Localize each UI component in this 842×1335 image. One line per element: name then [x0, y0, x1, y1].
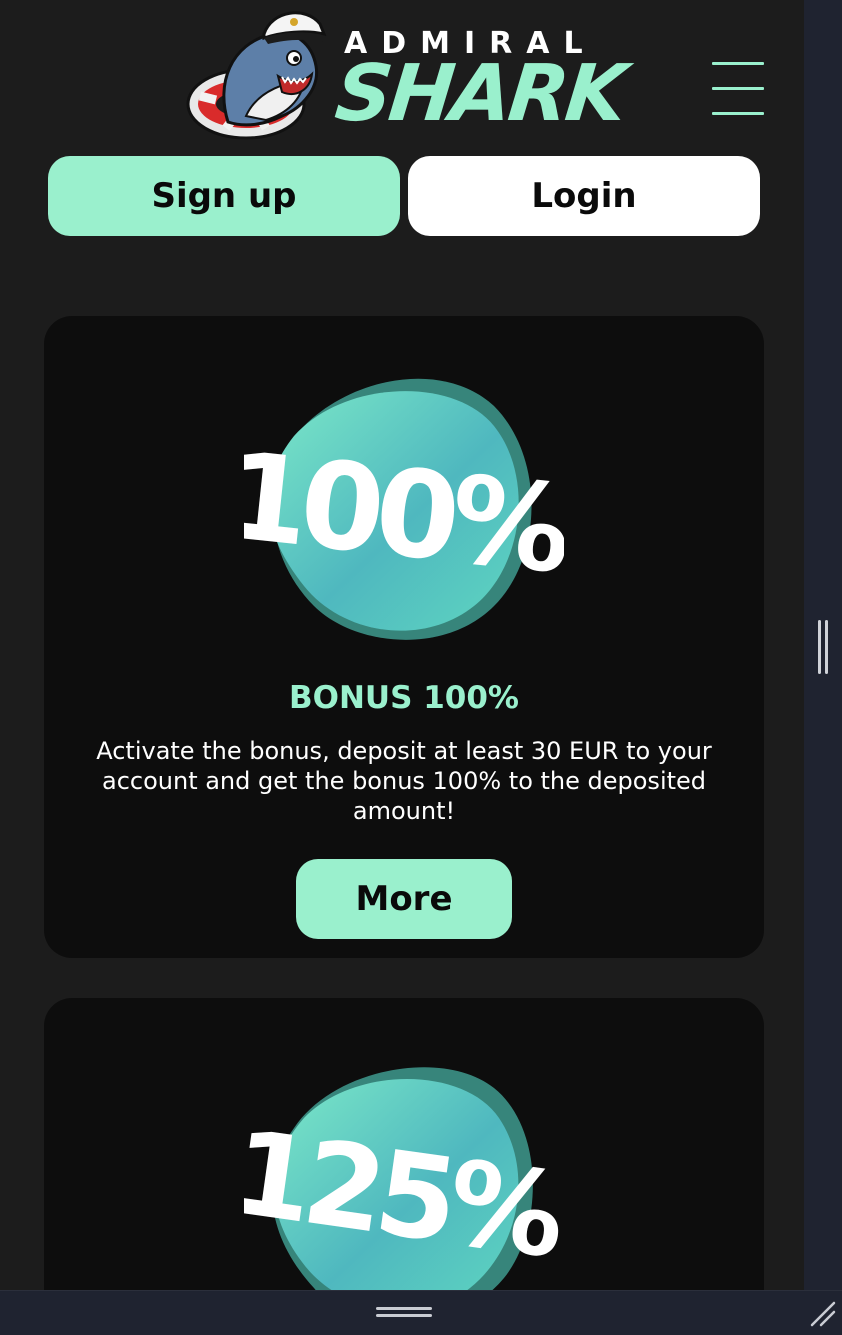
bonus-badge-100: 100% [219, 366, 575, 666]
resize-grip-icon[interactable] [808, 1299, 836, 1327]
admiral-shark-logo[interactable]: ADMIRAL SHARK [186, 4, 629, 146]
bonus-title: BONUS 100% [289, 680, 519, 716]
bonus-card: 125% [44, 998, 764, 1290]
side-scroll-handle[interactable] [816, 620, 830, 674]
drag-handle-icon[interactable] [376, 1305, 432, 1319]
bonus-badge-125: 125% [223, 1048, 570, 1290]
logo-wordmark-bottom: SHARK [331, 49, 629, 139]
shark-mascot-icon [186, 11, 327, 140]
sign-up-button[interactable]: Sign up [48, 156, 400, 236]
bonus-description: Activate the bonus, deposit at least 30 … [96, 737, 712, 825]
app-viewport: ADMIRAL SHARK Sign up Login 100% BONUS 1… [0, 0, 804, 1290]
bonus-card: 100% BONUS 100% Activate the bonus, depo… [44, 316, 764, 958]
auth-buttons: Sign up Login [48, 156, 760, 236]
bottom-toolbar [0, 1290, 842, 1335]
site-header: ADMIRAL SHARK [0, 0, 804, 150]
more-button[interactable]: More [296, 859, 512, 939]
hamburger-menu-icon[interactable] [706, 56, 770, 122]
login-button[interactable]: Login [408, 156, 760, 236]
